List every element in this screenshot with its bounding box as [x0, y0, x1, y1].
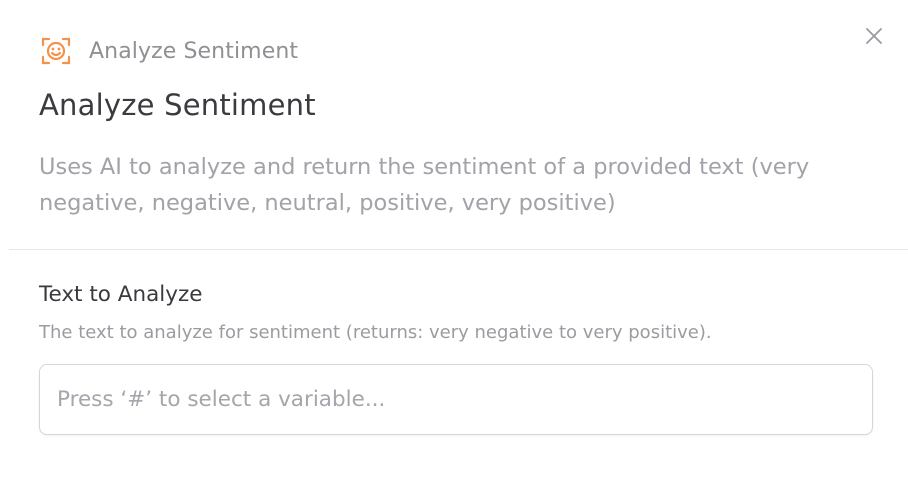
- close-icon: [866, 28, 882, 44]
- node-description: Uses AI to analyze and return the sentim…: [39, 154, 810, 216]
- section-divider: [9, 249, 908, 250]
- text-to-analyze-help: The text to analyze for sentiment (retur…: [39, 322, 712, 343]
- close-button[interactable]: [862, 24, 886, 48]
- text-to-analyze-label: Text to Analyze: [39, 282, 203, 307]
- node-header: Analyze Sentiment: [40, 34, 298, 68]
- smiley-face-scan-icon: [40, 35, 72, 67]
- sentiment-node-panel: Analyze Sentiment Analyze Sentiment Uses…: [0, 0, 908, 486]
- text-to-analyze-input[interactable]: [39, 364, 873, 435]
- node-type-label: Analyze Sentiment: [89, 38, 299, 64]
- page-title: Analyze Sentiment: [39, 88, 316, 122]
